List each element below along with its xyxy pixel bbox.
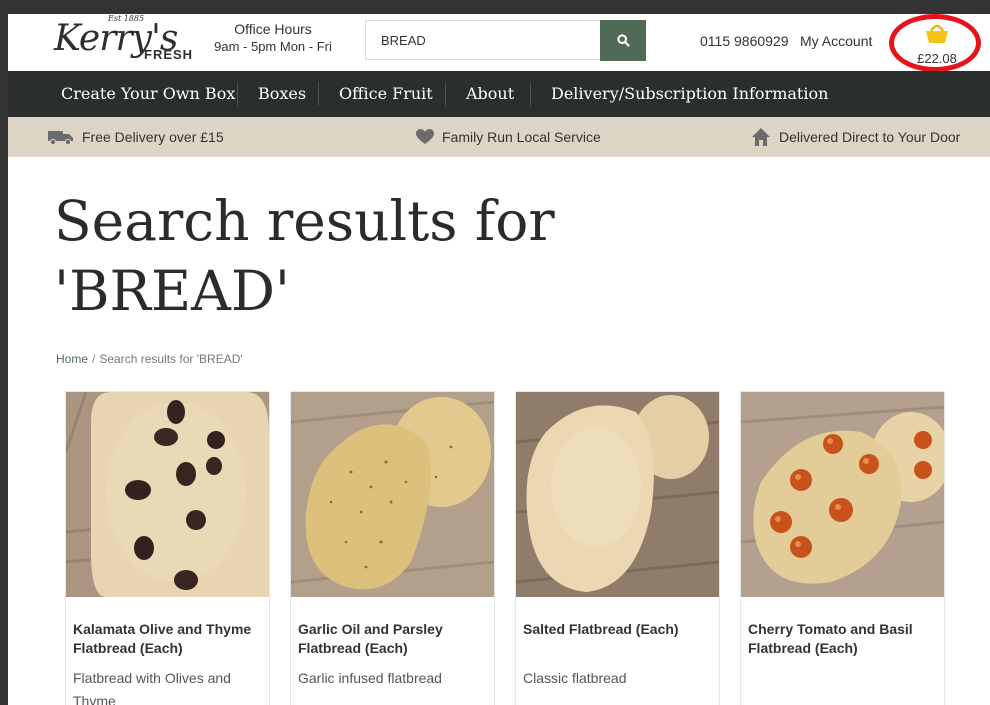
benefit-label: Free Delivery over £15 (82, 129, 224, 145)
product-card[interactable]: Cherry Tomato and Basil Flatbread (Each) (740, 391, 945, 705)
nav-item-office-fruit[interactable]: Office Fruit (339, 71, 433, 117)
product-card[interactable]: Kalamata Olive and Thyme Flatbread (Each… (65, 391, 270, 705)
search-input[interactable] (365, 20, 600, 60)
office-hours-title: Office Hours (234, 21, 312, 37)
product-name[interactable]: Cherry Tomato and Basil Flatbread (Each) (748, 620, 933, 658)
cart-button[interactable]: £22.08 (908, 20, 966, 66)
nav-divider (318, 82, 319, 106)
product-image[interactable] (291, 392, 494, 597)
product-description: Classic flatbread (523, 670, 627, 686)
office-hours: Office Hours 9am - 5pm Mon - Fri (208, 20, 338, 56)
my-account-link[interactable]: My Account (800, 33, 872, 49)
product-name[interactable]: Salted Flatbread (Each) (523, 620, 708, 639)
page-title-line-1: Search results for (54, 189, 555, 253)
heart-icon (416, 129, 434, 144)
nav-item-about[interactable]: About (466, 71, 514, 117)
house-icon (752, 128, 770, 146)
nav-divider (237, 82, 238, 106)
phone-number: 0115 9860929 (700, 33, 789, 49)
product-image[interactable] (516, 392, 719, 597)
page-title: Search results for 'BREAD' (54, 186, 654, 326)
logo-fresh-text: FRESH (144, 47, 194, 62)
nav-divider (530, 82, 531, 106)
benefit-family-run: Family Run Local Service (416, 117, 601, 157)
page-title-line-2: 'BREAD' (54, 259, 291, 323)
breadcrumb-separator: / (92, 352, 96, 366)
product-card[interactable]: Garlic Oil and Parsley Flatbread (Each) … (290, 391, 495, 705)
search-button[interactable] (600, 20, 646, 61)
nav-item-create-your-own-box[interactable]: Create Your Own Box (61, 71, 235, 117)
page: Est 1885 Kerry's FRESH Office Hours 9am … (8, 14, 990, 705)
benefit-label: Delivered Direct to Your Door (779, 129, 961, 145)
site-logo[interactable]: Est 1885 Kerry's FRESH (54, 14, 192, 66)
delivery-truck-icon (48, 131, 73, 145)
product-name[interactable]: Garlic Oil and Parsley Flatbread (Each) (298, 620, 483, 658)
benefit-delivered-direct: Delivered Direct to Your Door (751, 117, 960, 157)
product-image[interactable] (741, 392, 944, 597)
cart-total: £22.08 (917, 51, 957, 66)
nav-divider (445, 82, 446, 106)
product-card[interactable]: Salted Flatbread (Each) Classic flatbrea… (515, 391, 720, 705)
product-description: Garlic infused flatbread (298, 670, 442, 686)
main-nav: Create Your Own Box Boxes Office Fruit A… (8, 71, 990, 117)
benefits-bar: Free Delivery over £15 Family Run Local … (8, 117, 990, 157)
site-header: Est 1885 Kerry's FRESH Office Hours 9am … (8, 14, 990, 72)
benefit-label: Family Run Local Service (442, 129, 601, 145)
nav-item-boxes[interactable]: Boxes (258, 71, 306, 117)
office-hours-times: 9am - 5pm Mon - Fri (214, 39, 332, 54)
breadcrumb-current: Search results for 'BREAD' (99, 352, 243, 366)
product-description: Flatbread with Olives and Thyme (73, 670, 231, 705)
product-name[interactable]: Kalamata Olive and Thyme Flatbread (Each… (73, 620, 258, 658)
basket-icon (926, 24, 948, 43)
benefit-free-delivery: Free Delivery over £15 (48, 117, 224, 157)
nav-item-delivery-subscription[interactable]: Delivery/Subscription Information (551, 71, 828, 117)
breadcrumb-home-link[interactable]: Home (56, 352, 88, 366)
product-image[interactable] (66, 392, 269, 597)
breadcrumb: Home / Search results for 'BREAD' (56, 352, 243, 366)
search-icon (616, 34, 630, 47)
